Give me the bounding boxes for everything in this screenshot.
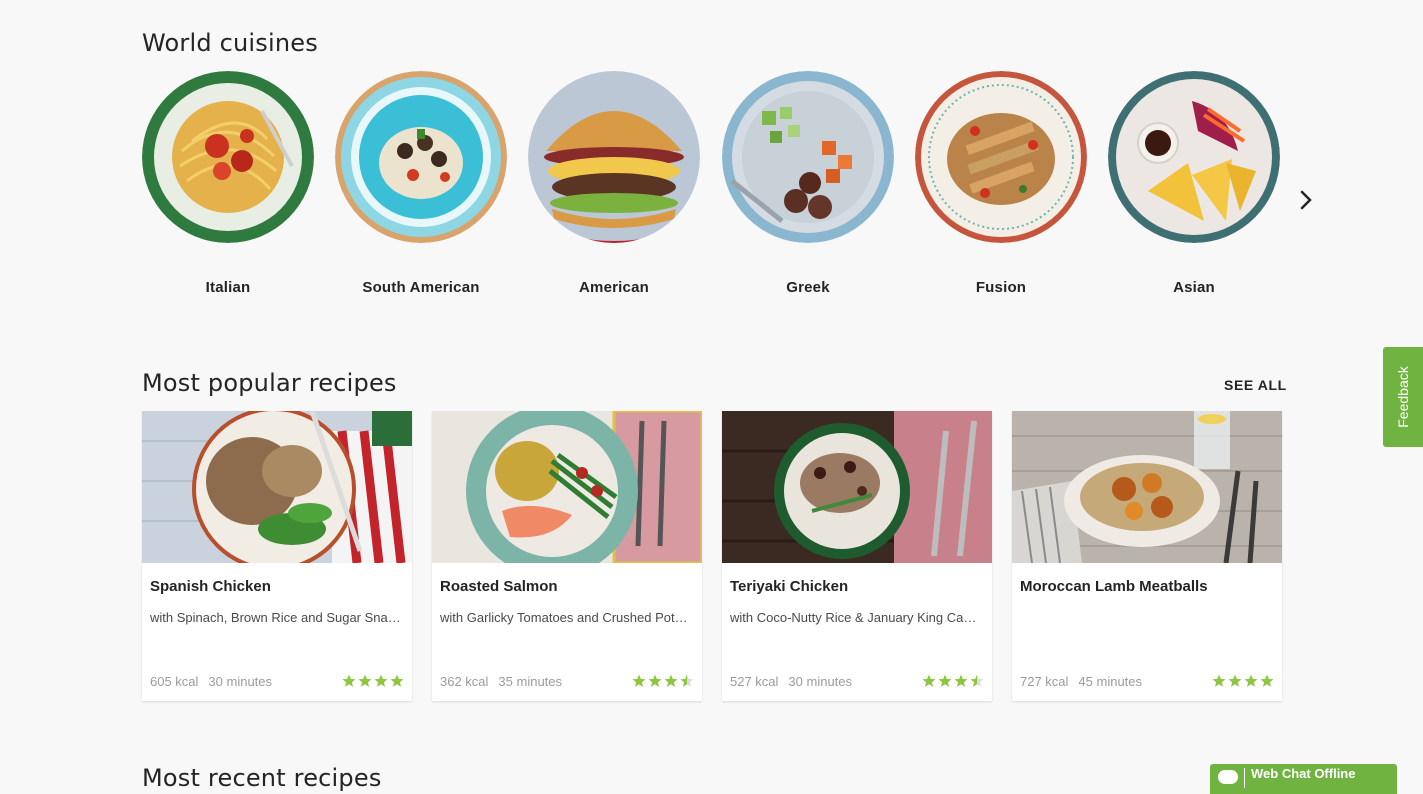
star-icon bbox=[1212, 674, 1226, 687]
recipe-title: Teriyaki Chicken bbox=[730, 578, 849, 595]
cuisine-label: Italian bbox=[205, 279, 251, 296]
star-icon bbox=[922, 674, 936, 687]
cuisine-fusion[interactable]: Fusion bbox=[915, 71, 1087, 296]
star-icon bbox=[954, 674, 968, 687]
recipe-subtitle: with Coco-Nutty Rice & January King Cabb… bbox=[730, 610, 982, 625]
recipe-kcal: 527 kcal bbox=[730, 674, 779, 689]
chat-bubble-icon bbox=[1218, 770, 1238, 784]
star-icon bbox=[1244, 674, 1258, 687]
recipe-kcal: 605 kcal bbox=[150, 674, 199, 689]
recipe-title: Spanish Chicken bbox=[150, 578, 271, 595]
recipe-meta: 527 kcal 30 minutes bbox=[730, 674, 852, 689]
recipe-title: Moroccan Lamb Meatballs bbox=[1020, 578, 1208, 595]
recipe-card[interactable]: Spanish Chicken with Spinach, Brown Rice… bbox=[142, 411, 412, 701]
recipe-kcal: 362 kcal bbox=[440, 674, 489, 689]
south-american-dish-image bbox=[335, 71, 507, 243]
cuisine-label: American bbox=[579, 279, 649, 296]
recipe-time: 45 minutes bbox=[1078, 674, 1143, 689]
recipe-subtitle: with Garlicky Tomatoes and Crushed Potat… bbox=[440, 610, 692, 625]
chevron-right-icon[interactable] bbox=[1296, 188, 1318, 212]
recipe-card[interactable]: Roasted Salmon with Garlicky Tomatoes an… bbox=[432, 411, 702, 701]
recipe-photo bbox=[142, 411, 412, 563]
star-icon bbox=[938, 674, 952, 687]
feedback-label: Feedback bbox=[1395, 366, 1411, 428]
cuisine-label: Asian bbox=[1173, 279, 1215, 296]
recipe-meta: 362 kcal 35 minutes bbox=[440, 674, 562, 689]
star-icon bbox=[632, 674, 646, 687]
greek-dish-image bbox=[722, 71, 894, 243]
fusion-dish-image bbox=[915, 71, 1087, 243]
cuisine-american[interactable]: American bbox=[528, 71, 700, 296]
star-icon bbox=[1260, 674, 1274, 687]
recipe-photo bbox=[722, 411, 992, 563]
recipe-photo bbox=[432, 411, 702, 563]
recipe-kcal: 727 kcal bbox=[1020, 674, 1069, 689]
divider bbox=[1244, 768, 1245, 788]
web-chat-label: Web Chat Offline bbox=[1251, 766, 1356, 781]
star-icon bbox=[390, 674, 404, 687]
most-popular-title: Most popular recipes bbox=[142, 369, 397, 397]
see-all-link[interactable]: SEE ALL bbox=[1224, 377, 1287, 393]
recipe-time: 30 minutes bbox=[788, 674, 853, 689]
recipe-card[interactable]: Moroccan Lamb Meatballs 727 kcal 45 minut… bbox=[1012, 411, 1282, 701]
italian-dish-image bbox=[142, 71, 314, 243]
cuisine-label: Fusion bbox=[975, 279, 1027, 296]
cuisine-label: South American bbox=[362, 279, 480, 296]
rating-stars bbox=[1210, 674, 1274, 688]
star-icon bbox=[374, 674, 388, 687]
cuisine-label: Greek bbox=[786, 279, 830, 296]
american-dish-image bbox=[528, 71, 700, 243]
recipe-card[interactable]: Teriyaki Chicken with Coco-Nutty Rice & … bbox=[722, 411, 992, 701]
star-icon bbox=[680, 674, 694, 687]
web-chat-button[interactable]: Web Chat Offline bbox=[1210, 764, 1397, 794]
rating-stars bbox=[920, 674, 984, 688]
recipe-meta: 727 kcal 45 minutes bbox=[1020, 674, 1142, 689]
cuisine-asian[interactable]: Asian bbox=[1108, 71, 1280, 296]
cuisine-italian[interactable]: Italian bbox=[142, 71, 314, 296]
world-cuisines-title: World cuisines bbox=[142, 29, 318, 57]
feedback-tab[interactable]: Feedback bbox=[1383, 347, 1423, 447]
star-icon bbox=[358, 674, 372, 687]
rating-stars bbox=[340, 674, 404, 688]
star-icon bbox=[970, 674, 984, 687]
recipe-title: Roasted Salmon bbox=[440, 578, 558, 595]
cuisine-greek[interactable]: Greek bbox=[722, 71, 894, 296]
asian-dish-image bbox=[1108, 71, 1280, 243]
recipe-subtitle: with Spinach, Brown Rice and Sugar Snap … bbox=[150, 610, 402, 625]
recipe-photo bbox=[1012, 411, 1282, 563]
rating-stars bbox=[630, 674, 694, 688]
star-icon bbox=[664, 674, 678, 687]
star-icon bbox=[1228, 674, 1242, 687]
recipe-time: 35 minutes bbox=[498, 674, 563, 689]
star-icon bbox=[648, 674, 662, 687]
cuisine-south-american[interactable]: South American bbox=[335, 71, 507, 296]
most-recent-title: Most recent recipes bbox=[142, 764, 382, 792]
recipe-time: 30 minutes bbox=[208, 674, 273, 689]
star-icon bbox=[342, 674, 356, 687]
recipe-meta: 605 kcal 30 minutes bbox=[150, 674, 272, 689]
